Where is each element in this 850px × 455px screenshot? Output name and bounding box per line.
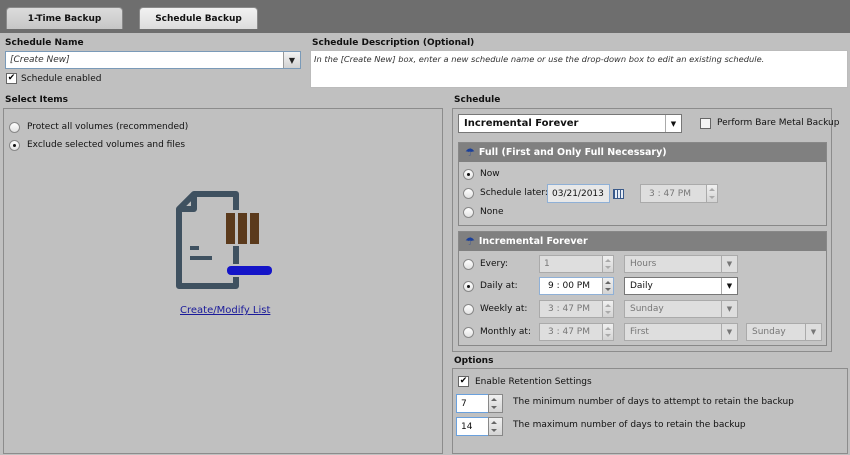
monthly-time-field[interactable]: 3 : 47 PM [539,323,614,341]
max-days-label: The maximum number of days to retain the… [513,420,746,430]
exclude-selected-label: Exclude selected volumes and files [27,140,186,150]
schedule-description-field[interactable]: In the [Create New] box, enter a new sch… [310,50,848,88]
full-date-value: 03/21/2013 [552,188,604,199]
weekly-time-field[interactable]: 3 : 47 PM [539,300,614,318]
chevron-down-icon: ▼ [721,324,737,340]
full-backup-title: Full (First and Only Full Necessary) [478,147,667,158]
schedule-type-select[interactable]: Incremental Forever ▼ [458,114,682,133]
daily-frequency-value: Daily [630,281,653,291]
select-items-label: Select Items [5,95,69,105]
full-none-label: None [480,207,504,217]
every-label: Every: [480,259,508,269]
daily-radio[interactable] [463,281,474,292]
daily-time-value: 9 : 00 PM [548,281,590,291]
chevron-down-icon: ▼ [805,324,821,340]
every-radio[interactable] [463,259,474,270]
full-time-spinner[interactable] [706,185,717,202]
schedule-label: Schedule [454,95,501,105]
protect-all-volumes-radio[interactable] [9,122,20,133]
weekly-day-select[interactable]: Sunday ▼ [624,300,738,318]
schedule-description-text: In the [Create New] box, enter a new sch… [314,54,765,64]
full-time-field[interactable]: 3 : 47 PM [640,184,718,203]
daily-frequency-select[interactable]: Daily ▼ [624,277,738,295]
every-spinner[interactable] [602,256,613,272]
monthly-radio[interactable] [463,327,474,338]
bare-metal-label: Perform Bare Metal Backup [717,118,840,128]
weekly-radio[interactable] [463,304,474,315]
max-days-value: 14 [461,421,473,432]
protect-all-volumes-label: Protect all volumes (recommended) [27,122,189,132]
weekly-time-spinner[interactable] [602,301,613,317]
every-unit-select[interactable]: Hours ▼ [624,255,738,273]
weekly-label: Weekly at: [480,304,528,314]
min-days-value: 7 [461,398,467,409]
monthly-day-select[interactable]: Sunday ▼ [746,323,822,341]
calendar-icon[interactable] [613,189,624,199]
daily-time-spinner[interactable] [602,278,613,294]
monthly-week-value: First [630,327,649,337]
chevron-down-icon: ▼ [665,115,681,132]
full-backup-header: ☂ Full (First and Only Full Necessary) [459,143,826,162]
document-list-icon [176,191,274,289]
exclude-selected-radio[interactable] [9,140,20,151]
chevron-down-icon: ▼ [721,301,737,317]
schedule-name-value: [Create New] [10,55,70,65]
monthly-time-spinner[interactable] [602,324,613,340]
full-now-label: Now [480,169,500,179]
monthly-week-select[interactable]: First ▼ [624,323,738,341]
umbrella-icon: ☂ [465,235,475,248]
min-days-label: The minimum number of days to attempt to… [513,397,794,407]
retention-label: Enable Retention Settings [475,377,592,387]
retention-checkbox[interactable]: ✔ [458,376,469,387]
daily-time-field[interactable]: 9 : 00 PM [539,277,614,295]
full-schedule-later-radio[interactable] [463,188,474,199]
full-date-field[interactable]: 03/21/2013 [547,184,610,203]
tab-schedule-backup[interactable]: Schedule Backup [139,7,258,29]
daily-label: Daily at: [480,281,518,291]
options-label: Options [454,356,494,366]
schedule-type-value: Incremental Forever [464,118,579,129]
min-days-spinner[interactable] [488,394,503,413]
tab-bar: 1-Time Backup Schedule Backup [0,0,850,33]
weekly-time-value: 3 : 47 PM [548,304,590,314]
schedule-name-label: Schedule Name [5,38,84,48]
schedule-enabled-label: Schedule enabled [21,74,102,84]
chevron-down-icon: ▼ [288,55,296,65]
monthly-label: Monthly at: [480,327,531,337]
weekly-day-value: Sunday [630,304,664,314]
full-schedule-later-label: Schedule later: [480,188,548,198]
every-value-field[interactable]: 1 [539,255,614,273]
every-value: 1 [544,259,550,269]
monthly-day-value: Sunday [752,327,786,337]
schedule-name-dropdown-button[interactable]: ▼ [283,52,300,68]
chevron-down-icon: ▼ [721,256,737,272]
every-unit-value: Hours [630,259,657,269]
schedule-description-label: Schedule Description (Optional) [312,38,475,48]
create-modify-list-link[interactable]: Create/Modify List [180,305,270,316]
monthly-time-value: 3 : 47 PM [548,327,590,337]
full-now-radio[interactable] [463,169,474,180]
schedule-enabled-checkbox[interactable]: ✔ [6,73,17,84]
max-days-spinner[interactable] [488,417,503,436]
chevron-down-icon: ▼ [721,278,737,294]
full-none-radio[interactable] [463,207,474,218]
incremental-header: ☂ Incremental Forever [459,232,826,251]
full-time-value: 3 : 47 PM [649,188,691,199]
min-days-input[interactable]: 7 [456,394,489,413]
schedule-name-combo[interactable]: [Create New] ▼ [5,51,301,69]
umbrella-icon: ☂ [465,146,475,159]
tab-1-time-backup[interactable]: 1-Time Backup [6,7,123,29]
incremental-title: Incremental Forever [478,236,588,247]
bare-metal-checkbox[interactable] [700,118,711,129]
max-days-input[interactable]: 14 [456,417,489,436]
